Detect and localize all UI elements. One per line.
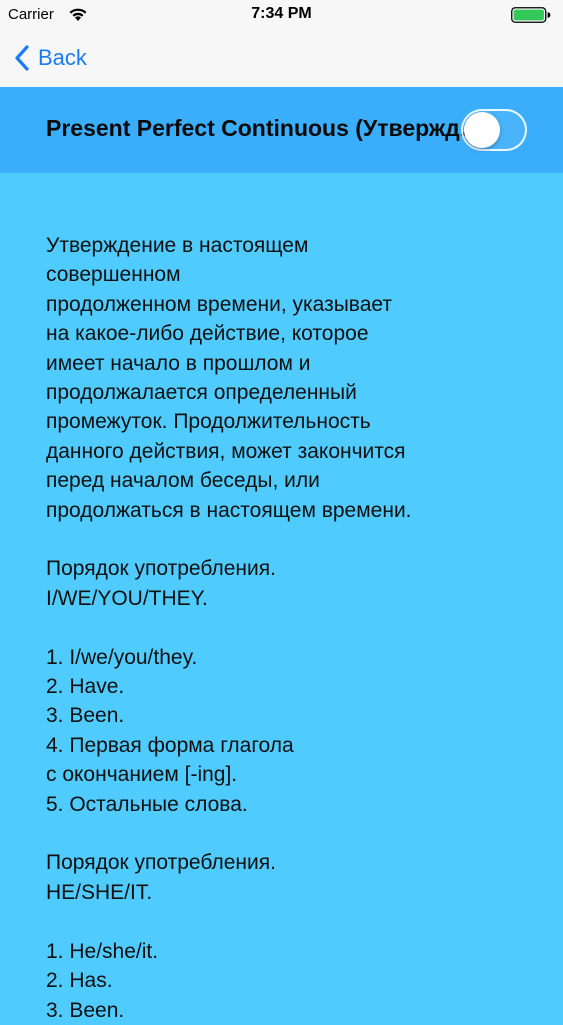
- list-item: 3. Been.: [46, 704, 125, 728]
- intro-line: Утверждение в настоящем: [46, 234, 309, 257]
- section-heading: Порядок употребления.: [46, 851, 276, 875]
- lesson-content: Утверждение в настоящем совершенном прод…: [46, 231, 516, 1025]
- chevron-left-icon: [15, 45, 29, 71]
- battery-full-icon: [511, 7, 551, 23]
- intro-line: промежуток. Продолжительность: [46, 410, 371, 434]
- list-item: 4. Первая форма глагола: [46, 733, 294, 757]
- back-button[interactable]: Back: [14, 42, 87, 74]
- section-heading: HE/SHE/IT.: [46, 880, 153, 904]
- intro-line: данного действия, может закончится: [46, 439, 406, 463]
- section-heading: I/WE/YOU/THEY.: [46, 586, 208, 610]
- clock: 7:34 PM: [251, 5, 312, 22]
- section-heading: Порядок употребления.: [46, 557, 276, 581]
- intro-line: продолженном времени, указывает: [46, 292, 393, 316]
- intro-line: совершенном: [46, 263, 181, 287]
- intro-line: продолжаться в настоящем времени.: [46, 498, 412, 522]
- back-label: Back: [38, 45, 87, 70]
- list-item: 2. Have.: [46, 675, 125, 699]
- intro-line: продолжалается определенный: [46, 381, 357, 405]
- list-item: 5. Остальные слова.: [46, 792, 248, 816]
- intro-line: перед началом беседы, или: [46, 469, 320, 493]
- list-item: 1. I/we/you/they.: [46, 645, 198, 669]
- status-bar: Carrier 7:34 PM: [0, 0, 563, 30]
- intro-line: на какое-либо действие, которое: [46, 322, 369, 346]
- mode-toggle[interactable]: [461, 109, 527, 151]
- list-item: 1. He/she/it.: [46, 939, 159, 963]
- list-item: с окончанием [-ing].: [46, 763, 238, 787]
- navigation-bar: Back: [0, 30, 563, 87]
- intro-line: имеет начало в прошлом и: [46, 351, 311, 375]
- toggle-knob: [464, 112, 500, 148]
- list-item: 2. Has.: [46, 969, 113, 993]
